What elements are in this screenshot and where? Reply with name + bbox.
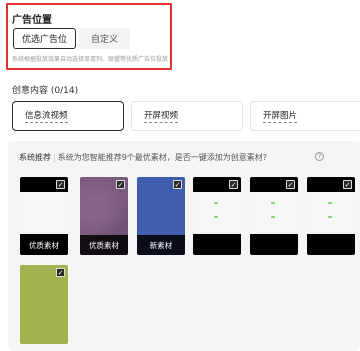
material-thumb-4[interactable]: ✓ [193,177,241,255]
material-tag: 新素材 [137,235,185,255]
tab-feed-video[interactable]: 信息流视频 [12,101,124,131]
recommend-description: 系统为您智能推荐9个最优素材，是否一键添加为创意素材? [57,153,268,162]
phone-screen [193,192,241,234]
checkbox-checked-icon[interactable]: ✓ [229,180,238,189]
material-thumb-7[interactable]: ✓ [20,265,68,344]
phone-screen [307,192,355,234]
material-thumb-2[interactable]: ✓ 优质素材 [80,177,128,255]
checkbox-checked-icon[interactable]: ✓ [343,180,352,189]
checkbox-checked-icon[interactable]: ✓ [116,180,125,189]
phone-screen [250,192,298,234]
checkbox-checked-icon[interactable]: ✓ [56,268,65,277]
tab-splash-image[interactable]: 开屏图片 [250,101,360,131]
ad-position-title: 广告位置 [12,15,52,26]
recommend-label: 系统推荐 [19,153,51,162]
tab-splash-image-label: 开屏图片 [263,111,298,123]
checkbox-checked-icon[interactable]: ✓ [56,180,65,189]
recommend-separator: | [53,153,56,162]
material-tag: 优质素材 [20,235,68,255]
checkbox-checked-icon[interactable]: ✓ [286,180,295,189]
phone-screen [20,192,68,234]
material-tag: 优质素材 [80,235,128,255]
recommend-header: 系统推荐 | 系统为您智能推荐9个最优素材，是否一键添加为创意素材? [19,152,267,163]
creative-content-title: 创意内容 (0/14) [12,86,79,96]
material-thumb-1[interactable]: ✓ 优质素材 [20,177,68,255]
tab-splash-video[interactable]: 开屏视频 [131,101,243,131]
material-thumb-3[interactable]: ✓ 新素材 [137,177,185,255]
ad-option-custom-button[interactable]: 自定义 [79,28,130,49]
material-thumb-5[interactable]: ✓ [250,177,298,255]
checkbox-checked-icon[interactable]: ✓ [173,180,182,189]
ad-option-preferred-button[interactable]: 优选广告位 [13,28,76,49]
tab-feed-video-label: 信息流视频 [25,111,68,123]
ad-position-hint: 系统根据投放效果自动选择单双列、联盟等优质广告位投放 [12,56,169,63]
help-icon[interactable]: ? [315,152,324,161]
tab-splash-video-label: 开屏视频 [144,111,179,123]
material-thumb-6[interactable]: ✓ [307,177,355,255]
